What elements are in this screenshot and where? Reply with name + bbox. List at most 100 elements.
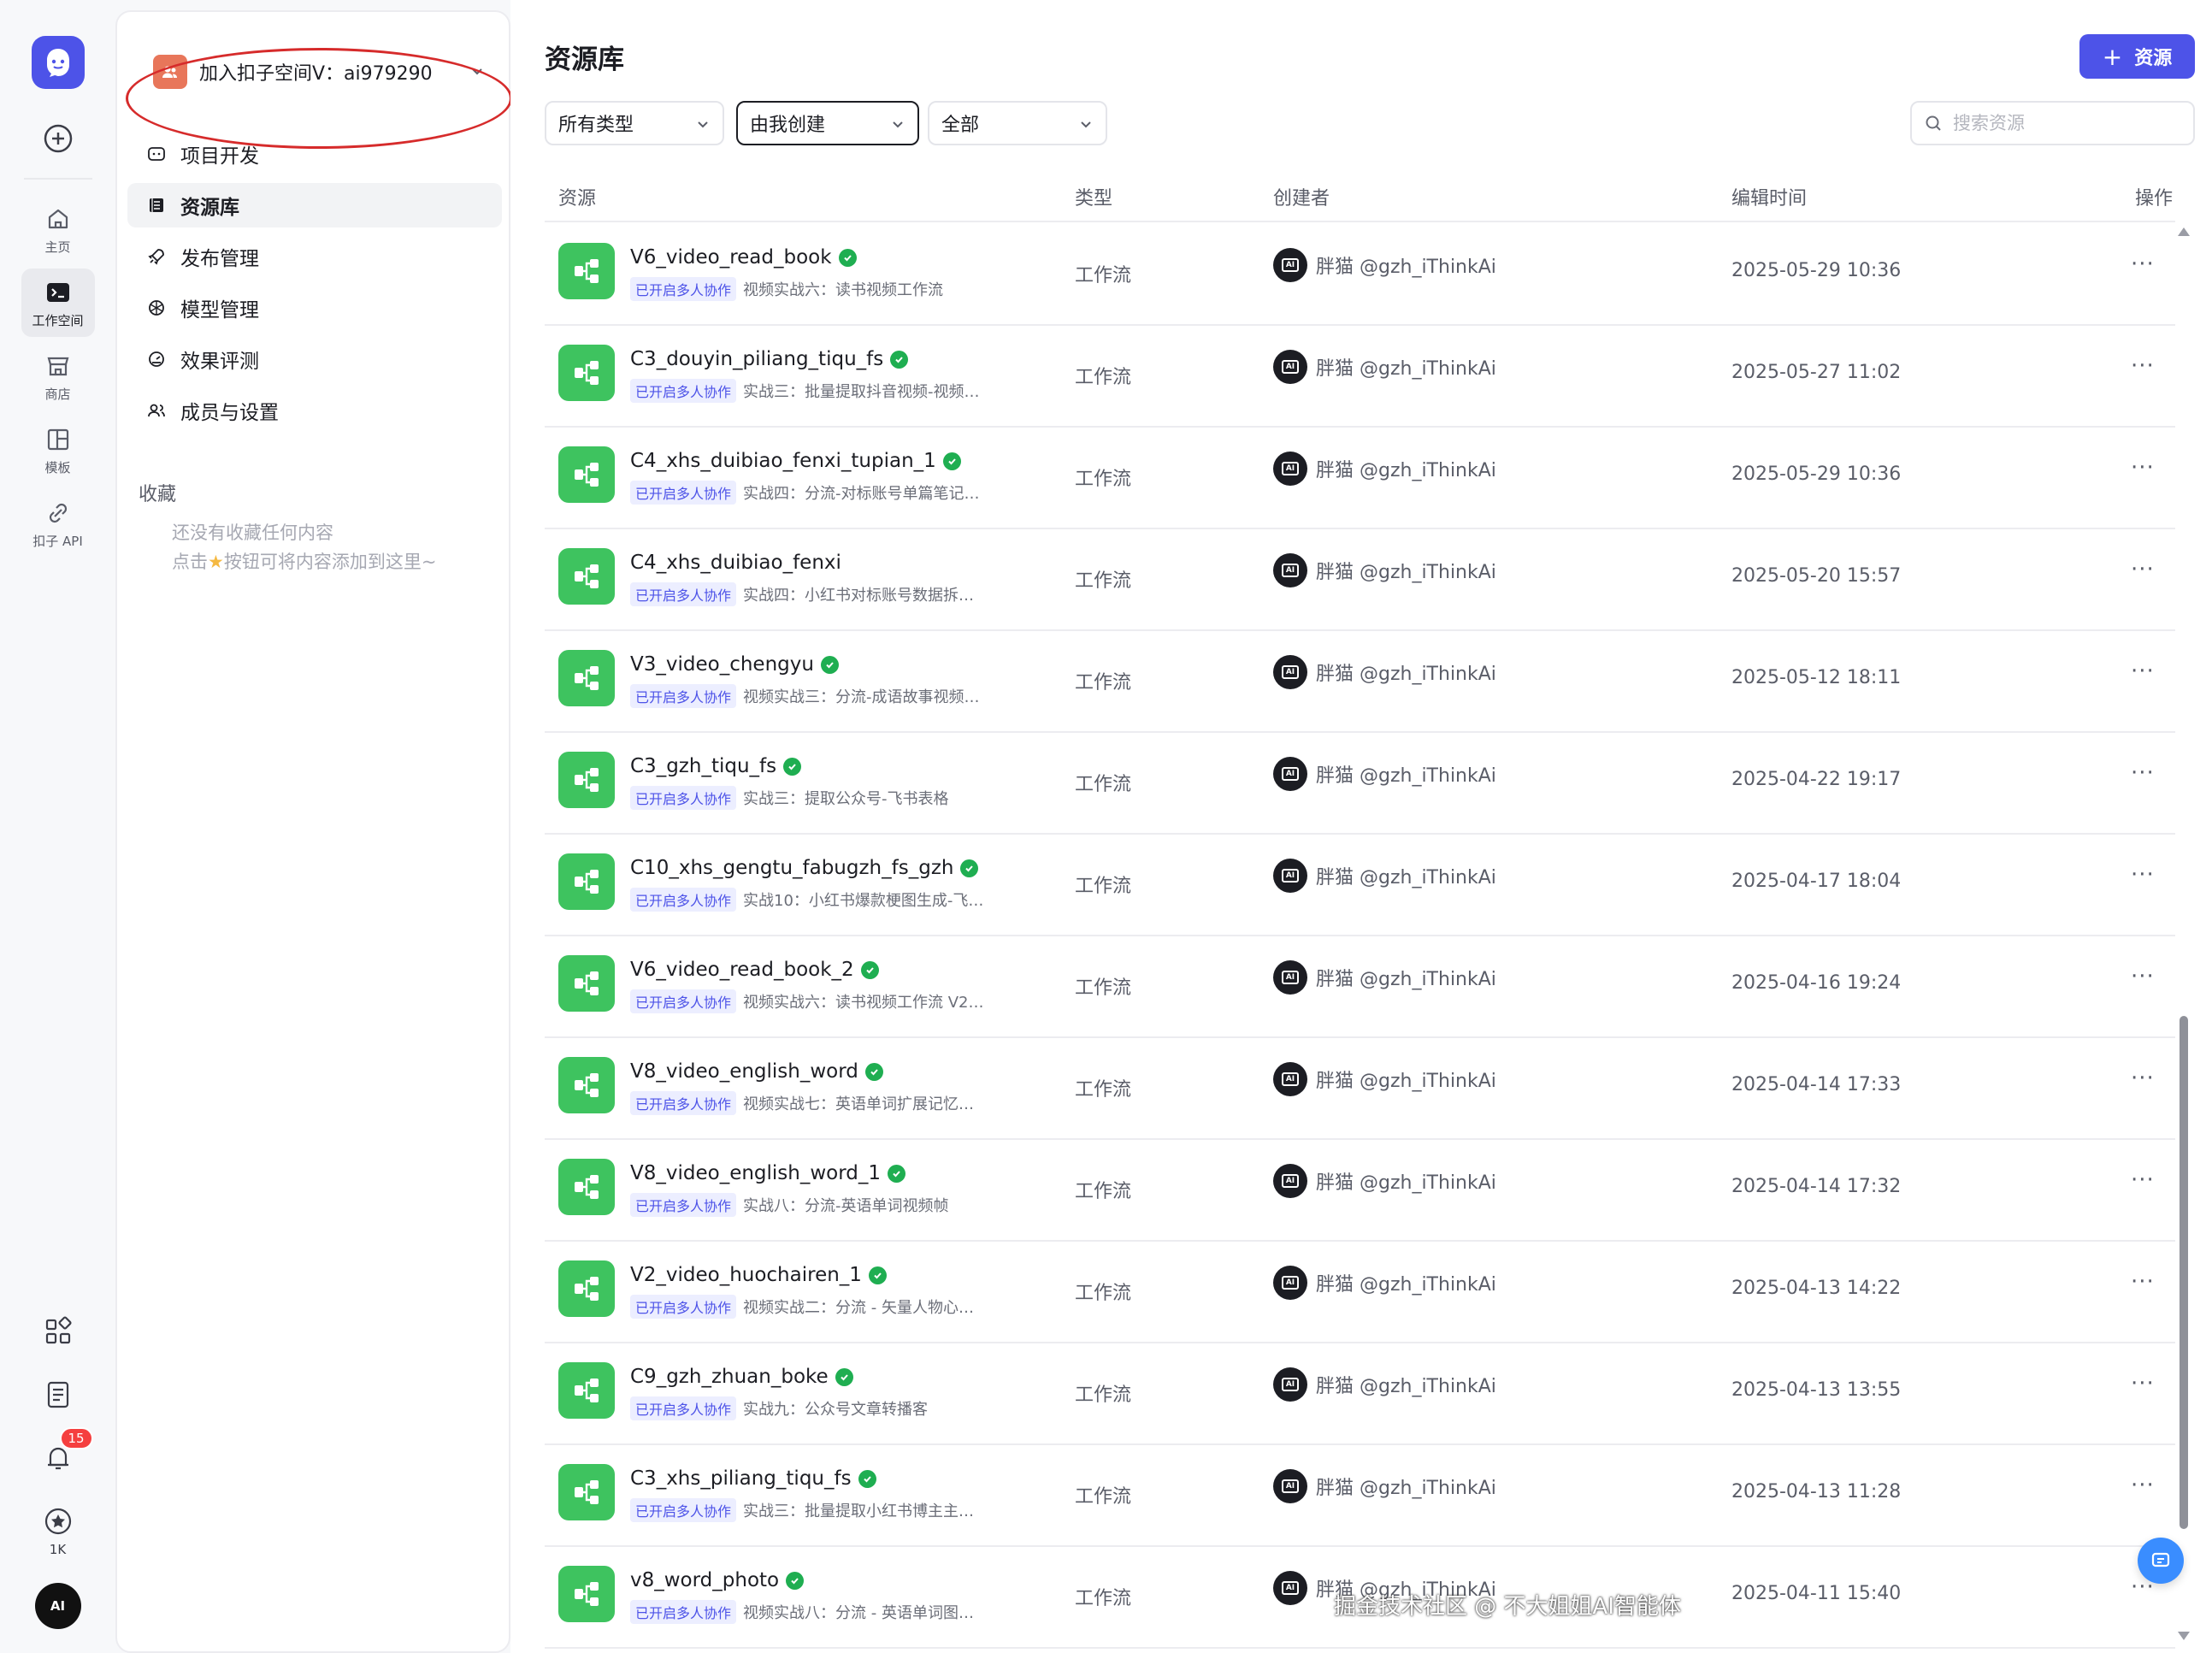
table-row[interactable]: V8_video_english_word_1 已开启多人协作 实战八：分流-英… — [545, 1140, 2175, 1242]
notification-bell-icon[interactable]: 15 — [41, 1427, 93, 1475]
resource-type: 工作流 — [1075, 1283, 1132, 1304]
chevron-down-icon — [893, 121, 903, 128]
creator-avatar: AI — [1273, 1367, 1307, 1402]
resource-desc: 实战三：提取公众号-飞书表格 — [743, 790, 949, 808]
resource-name[interactable]: V6_video_read_book_2 — [630, 959, 879, 981]
resource-name[interactable]: C4_xhs_duibiao_fenxi_tupian_1 — [630, 450, 961, 472]
more-actions-icon[interactable]: ··· — [2131, 1167, 2155, 1193]
plus-icon: + — [2102, 42, 2123, 71]
table-row[interactable]: C3_gzh_tiqu_fs 已开启多人协作 实战三：提取公众号-飞书表格 工作… — [545, 733, 2175, 835]
chat-icon — [2151, 1552, 2170, 1567]
nav-item-library[interactable]: 资源库 — [127, 183, 502, 227]
rail-item-workspace[interactable]: 工作空间 — [21, 269, 95, 337]
resource-name[interactable]: v8_word_photo — [630, 1569, 805, 1591]
create-plus-icon[interactable] — [39, 120, 77, 157]
more-actions-icon[interactable]: ··· — [2131, 658, 2155, 684]
resource-name[interactable]: V6_video_read_book — [630, 246, 857, 269]
scroll-up-arrow-icon[interactable] — [2178, 227, 2190, 236]
table-row[interactable]: C3_douyin_piliang_tiqu_fs 已开启多人协作 实战三：批量… — [545, 326, 2175, 428]
nav-item-models[interactable]: 模型管理 — [127, 286, 502, 330]
workflow-icon — [558, 853, 615, 910]
resource-name-text: C9_gzh_zhuan_boke — [630, 1366, 829, 1388]
nav-item-projects[interactable]: 项目开发 — [127, 132, 502, 176]
apps-grid-icon[interactable] — [41, 1314, 75, 1349]
table-row[interactable]: V8_video_english_word 已开启多人协作 视频实战七：英语单词… — [545, 1038, 2175, 1140]
filter-creator-select[interactable]: 由我创建 — [736, 101, 919, 145]
col-creator: 创建者 — [1273, 188, 1330, 210]
rail-item-store[interactable]: 商店 — [21, 342, 95, 410]
resource-name-text: C4_xhs_duibiao_fenxi — [630, 552, 841, 574]
project-icon — [148, 147, 165, 161]
resource-creator: AI 胖猫 @gzh_iThinkAi — [1273, 655, 1496, 689]
filter-type-select[interactable]: 所有类型 — [545, 101, 724, 145]
edit-time: 2025-04-22 19:17 — [1731, 769, 1902, 790]
table-row[interactable]: C3_xhs_piliang_tiqu_fs 已开启多人协作 实战三：批量提取小… — [545, 1445, 2175, 1547]
filter-scope-select[interactable]: 全部 — [928, 101, 1107, 145]
nav-item-evaluation[interactable]: 效果评测 — [127, 337, 502, 381]
edit-time: 2025-05-29 10:36 — [1731, 463, 1902, 485]
resource-name[interactable]: V3_video_chengyu — [630, 653, 839, 676]
collab-tag: 已开启多人协作 — [630, 684, 737, 708]
resource-name[interactable]: V2_video_huochairen_1 — [630, 1264, 887, 1286]
resource-name[interactable]: C10_xhs_gengtu_fabugzh_fs_gzh — [630, 857, 979, 879]
more-actions-icon[interactable]: ··· — [2131, 1269, 2155, 1295]
document-icon[interactable] — [41, 1378, 75, 1412]
add-resource-button[interactable]: + 资源 — [2079, 34, 2195, 79]
app-logo-icon[interactable] — [31, 36, 85, 89]
rail-item-templates[interactable]: 模板 — [21, 416, 95, 484]
resource-name[interactable]: V8_video_english_word_1 — [630, 1162, 906, 1184]
rail-item-api[interactable]: 扣子 API — [21, 489, 95, 558]
table-row[interactable]: C9_gzh_zhuan_boke 已开启多人协作 实战九：公众号文章转播客 工… — [545, 1343, 2175, 1445]
table-row[interactable]: C4_xhs_duibiao_fenxi 已开启多人协作 实战四：小红书对标账号… — [545, 529, 2175, 631]
user-avatar[interactable]: AI — [34, 1583, 81, 1629]
scroll-down-arrow-icon[interactable] — [2178, 1632, 2190, 1640]
resource-name[interactable]: C9_gzh_zhuan_boke — [630, 1366, 853, 1388]
more-actions-icon[interactable]: ··· — [2131, 964, 2155, 989]
resource-meta: 已开启多人协作 实战三：批量提取抖音视频-视频… — [630, 379, 980, 403]
search-input[interactable] — [1953, 113, 2184, 133]
nav-item-members[interactable]: 成员与设置 — [127, 388, 502, 433]
resource-name[interactable]: C3_gzh_tiqu_fs — [630, 755, 802, 777]
collab-tag: 已开启多人协作 — [630, 786, 737, 810]
page-title: 资源库 — [545, 44, 624, 75]
more-actions-icon[interactable]: ··· — [2131, 455, 2155, 481]
more-actions-icon[interactable]: ··· — [2131, 1066, 2155, 1091]
resource-name[interactable]: C3_xhs_piliang_tiqu_fs — [630, 1467, 876, 1490]
creator-name: 胖猫 @gzh_iThinkAi — [1316, 1274, 1496, 1296]
more-actions-icon[interactable]: ··· — [2131, 353, 2155, 379]
resource-meta: 已开启多人协作 实战三：提取公众号-飞书表格 — [630, 786, 949, 810]
resource-name[interactable]: C4_xhs_duibiao_fenxi — [630, 552, 841, 574]
scrollbar-thumb[interactable] — [2180, 1016, 2188, 1529]
resource-creator: AI 胖猫 @gzh_iThinkAi — [1273, 248, 1496, 282]
gauge-icon — [149, 351, 164, 367]
table-row[interactable]: C10_xhs_gengtu_fabugzh_fs_gzh 已开启多人协作 实战… — [545, 835, 2175, 936]
resource-creator: AI 胖猫 @gzh_iThinkAi — [1273, 553, 1496, 587]
star-circle-icon[interactable] — [41, 1504, 75, 1538]
resource-meta: 已开启多人协作 视频实战六：读书视频工作流 — [630, 277, 943, 301]
chat-support-button[interactable] — [2138, 1538, 2184, 1584]
table-row[interactable]: V3_video_chengyu 已开启多人协作 视频实战三：分流-成语故事视频… — [545, 631, 2175, 733]
model-icon — [149, 300, 164, 316]
edit-time: 2025-05-29 10:36 — [1731, 260, 1902, 281]
resource-name[interactable]: C3_douyin_piliang_tiqu_fs — [630, 348, 909, 370]
favorites-hint-pre: 点击 — [172, 552, 208, 572]
more-actions-icon[interactable]: ··· — [2131, 1473, 2155, 1498]
verified-check-icon — [868, 1266, 887, 1284]
table-row[interactable]: V2_video_huochairen_1 已开启多人协作 视频实战二：分流 -… — [545, 1242, 2175, 1343]
resource-name[interactable]: V8_video_english_word — [630, 1060, 883, 1083]
nav-item-publish[interactable]: 发布管理 — [127, 234, 502, 279]
more-actions-icon[interactable]: ··· — [2131, 1371, 2155, 1396]
more-actions-icon[interactable]: ··· — [2131, 862, 2155, 888]
table-row[interactable]: V6_video_read_book 已开启多人协作 视频实战六：读书视频工作流… — [545, 224, 2175, 326]
resource-creator: AI 胖猫 @gzh_iThinkAi — [1273, 452, 1496, 486]
rail-item-home[interactable]: 主页 — [21, 195, 95, 263]
table-row[interactable]: V6_video_read_book_2 已开启多人协作 视频实战六：读书视频工… — [545, 936, 2175, 1038]
resource-type: 工作流 — [1075, 1588, 1132, 1609]
more-actions-icon[interactable]: ··· — [2131, 251, 2155, 277]
more-actions-icon[interactable]: ··· — [2131, 557, 2155, 582]
workspace-switcher[interactable]: 加入扣子空间V：ai979290 — [126, 44, 512, 149]
table-row[interactable]: C4_xhs_duibiao_fenxi_tupian_1 已开启多人协作 实战… — [545, 428, 2175, 529]
more-actions-icon[interactable]: ··· — [2131, 760, 2155, 786]
rail-item-label: 扣子 API — [32, 533, 83, 549]
search-box[interactable] — [1910, 101, 2195, 145]
